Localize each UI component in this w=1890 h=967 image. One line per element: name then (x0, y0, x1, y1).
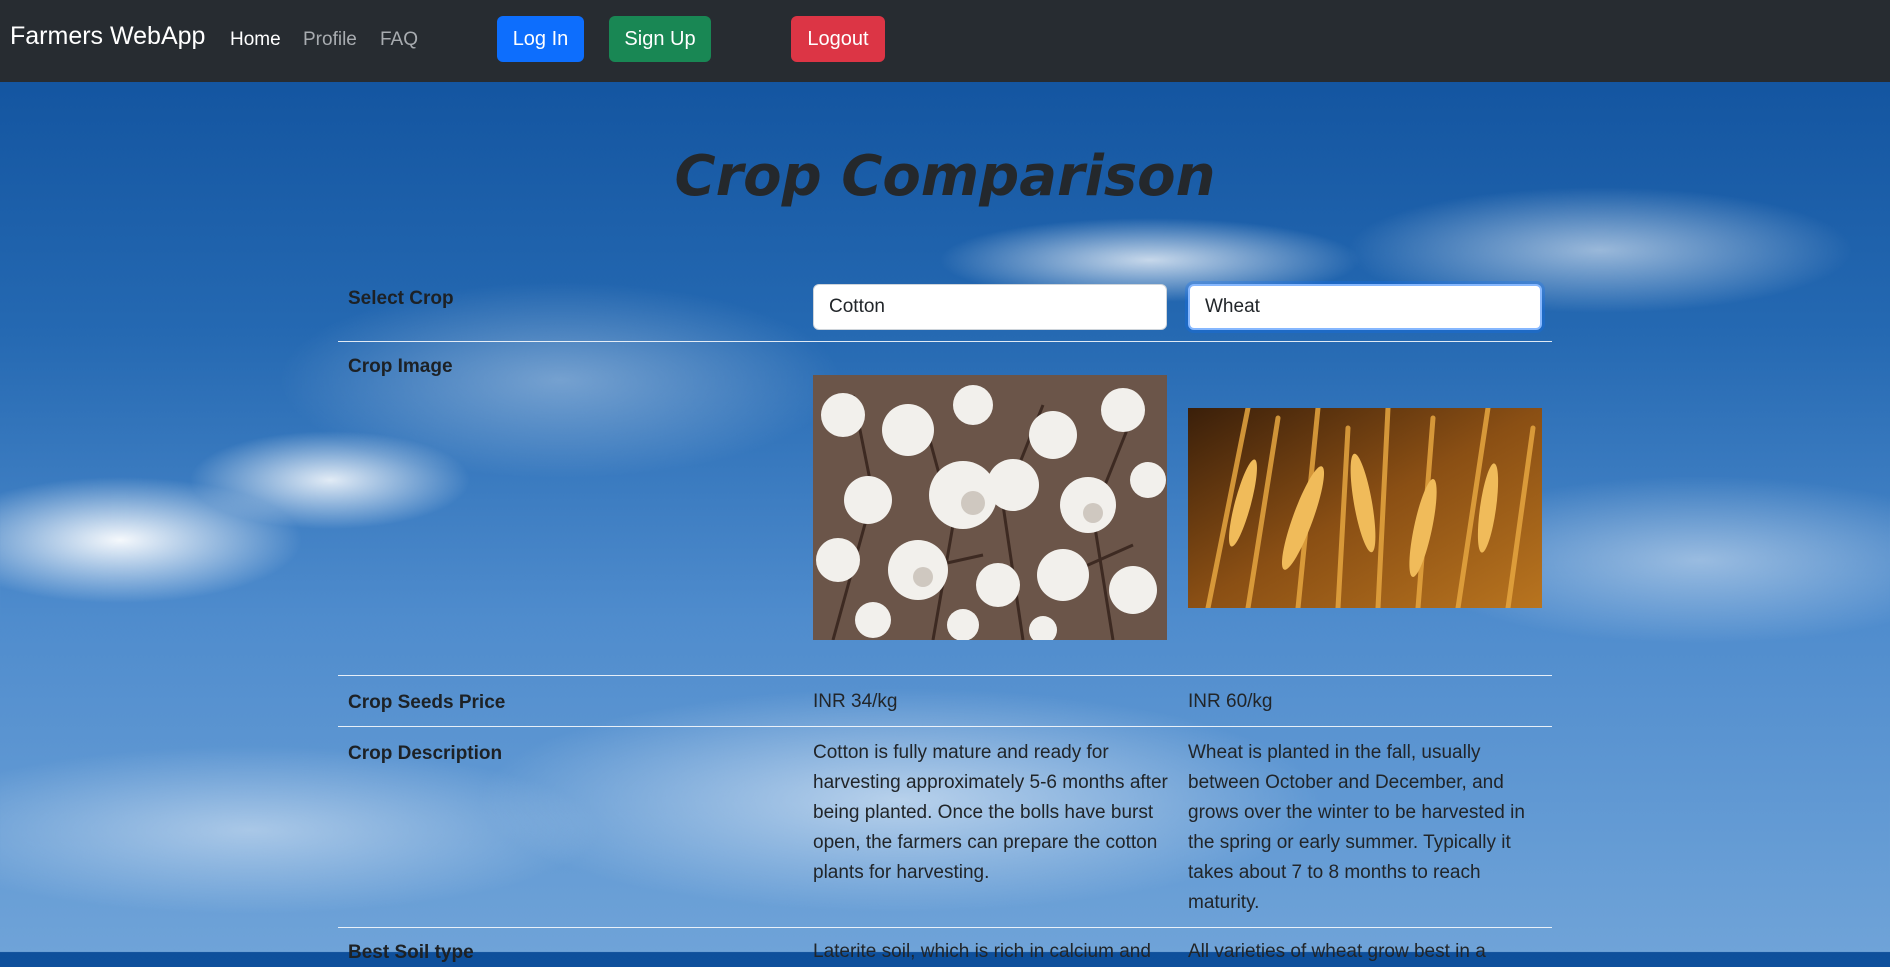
crop2-soil: All varieties of wheat grow best in a (1188, 941, 1486, 962)
row-label-seeds-price: Crop Seeds Price (348, 692, 506, 713)
login-button[interactable]: Log In (497, 16, 584, 62)
crop1-soil: Laterite soil, which is rich in calcium … (813, 941, 1151, 962)
row-label-crop-image: Crop Image (348, 356, 453, 377)
wheat-image (1188, 408, 1542, 608)
row-label-soil-type: Best Soil type (348, 942, 474, 963)
page-title: Crop Comparison (674, 144, 1216, 209)
navbar: Farmers WebApp Home Profile FAQ Log In S… (0, 0, 1890, 82)
row-divider (338, 726, 1552, 727)
crop1-select[interactable]: Cotton (813, 284, 1167, 330)
crop2-price: INR 60/kg (1188, 691, 1273, 712)
row-label-select-crop: Select Crop (348, 288, 454, 309)
signup-button[interactable]: Sign Up (609, 16, 711, 62)
nav-home-link[interactable]: Home (230, 29, 281, 51)
crop1-description: Cotton is fully mature and ready for har… (813, 742, 1168, 883)
cotton-image (813, 375, 1167, 640)
row-label-description: Crop Description (348, 743, 503, 764)
crop2-description: Wheat is planted in the fall, usually be… (1188, 742, 1525, 913)
crop2-select[interactable]: Wheat (1188, 284, 1542, 330)
row-divider (338, 927, 1552, 928)
logout-button[interactable]: Logout (791, 16, 885, 62)
brand-link[interactable]: Farmers WebApp (10, 22, 205, 51)
crop1-price: INR 34/kg (813, 691, 898, 712)
nav-profile-link[interactable]: Profile (303, 29, 357, 51)
row-divider (338, 341, 1552, 342)
row-divider (338, 675, 1552, 676)
nav-faq-link[interactable]: FAQ (380, 29, 418, 51)
